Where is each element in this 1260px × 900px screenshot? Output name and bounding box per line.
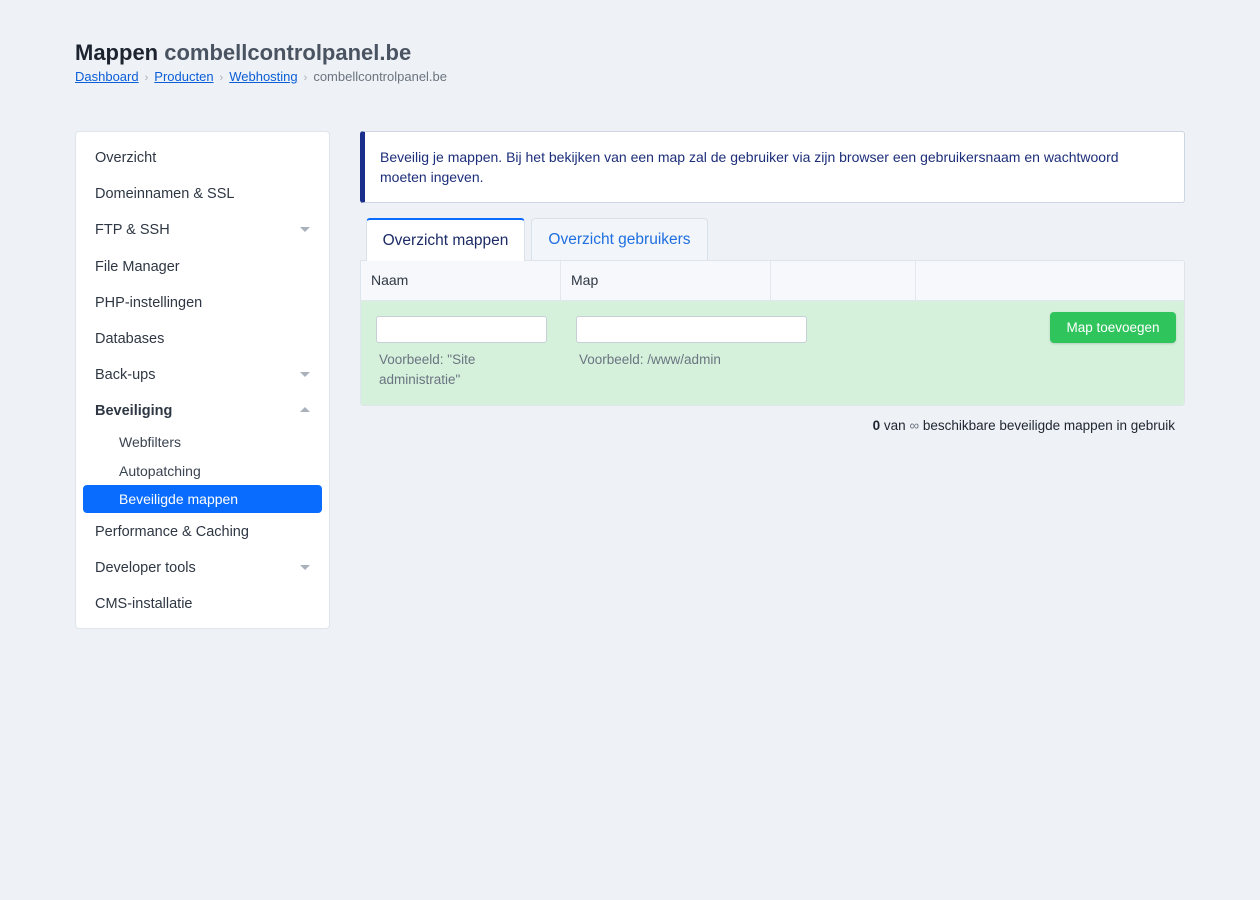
sidebar-item-developer-tools[interactable]: Developer tools <box>95 556 310 580</box>
page-title: Mappen combellcontrolpanel.be <box>75 40 447 66</box>
sidebar-item-label: Developer tools <box>95 560 196 576</box>
usage-text: beschikbare beveiligde mappen in gebruik <box>922 418 1175 433</box>
info-message: Beveilig je mappen. Bij het bekijken van… <box>360 131 1185 203</box>
infinity-icon: ∞ <box>909 418 920 433</box>
column-header-empty <box>771 261 916 301</box>
breadcrumb-webhosting[interactable]: Webhosting <box>229 69 297 84</box>
page-title-domain: combellcontrolpanel.be <box>164 40 412 65</box>
tab-overzicht-mappen[interactable]: Overzicht mappen <box>366 218 525 261</box>
chevron-down-icon[interactable] <box>300 227 310 232</box>
sidebar-item-performance[interactable]: Performance & Caching <box>95 520 310 544</box>
sidebar-item-label: Beveiliging <box>95 403 173 419</box>
breadcrumb-dashboard[interactable]: Dashboard <box>75 69 139 84</box>
page-header: Mappen combellcontrolpanel.be Dashboard ›… <box>75 40 447 86</box>
chevron-down-icon[interactable] <box>300 565 310 570</box>
sidebar-item-beveiliging[interactable]: Beveiliging <box>95 399 310 423</box>
column-header-actions <box>916 261 1184 301</box>
sidebar-item-cms[interactable]: CMS-installatie <box>95 592 310 616</box>
sidebar-item-label: FTP & SSH <box>95 222 170 238</box>
sidebar-item-overzicht[interactable]: Overzicht <box>95 146 310 170</box>
sidebar-subitem-autopatching[interactable]: Autopatching <box>119 460 310 482</box>
map-input[interactable] <box>576 316 807 343</box>
info-text: Beveilig je mappen. Bij het bekijken van… <box>380 149 1119 185</box>
breadcrumb-current: combellcontrolpanel.be <box>313 69 448 84</box>
sidebar-item-databases[interactable]: Databases <box>95 327 310 351</box>
breadcrumb-separator-icon: › <box>303 72 308 84</box>
add-folder-row: Voorbeeld: "Site administratie" Voorbeel… <box>361 301 1184 405</box>
map-hint: Voorbeeld: /www/admin <box>579 352 721 367</box>
breadcrumb-separator-icon: › <box>219 72 224 84</box>
sidebar-item-domeinnamen[interactable]: Domeinnamen & SSL <box>95 182 310 206</box>
table-header-row: Naam Map <box>361 261 1184 301</box>
add-folder-button[interactable]: Map toevoegen <box>1050 312 1176 343</box>
chevron-up-icon[interactable] <box>300 407 310 412</box>
sidebar-item-ftp-ssh[interactable]: FTP & SSH <box>95 218 310 242</box>
naam-input[interactable] <box>376 316 547 343</box>
tab-overzicht-gebruikers[interactable]: Overzicht gebruikers <box>531 218 708 260</box>
usage-summary: 0 van ∞ beschikbare beveiligde mappen in… <box>873 417 1175 435</box>
breadcrumb-separator-icon: › <box>144 72 149 84</box>
chevron-down-icon[interactable] <box>300 372 310 377</box>
sidebar-item-php[interactable]: PHP-instellingen <box>95 291 310 315</box>
sidebar-subitem-beveiligde-mappen[interactable]: Beveiligde mappen <box>83 485 322 513</box>
usage-text-van: van <box>883 418 906 433</box>
page-title-strong: Mappen <box>75 40 159 65</box>
sidebar-item-label: Back-ups <box>95 367 156 383</box>
sidebar-subitem-webfilters[interactable]: Webfilters <box>119 431 310 453</box>
naam-hint: Voorbeeld: "Site administratie" <box>379 352 476 387</box>
column-header-naam: Naam <box>361 261 561 301</box>
column-header-map: Map <box>561 261 771 301</box>
sidebar: Overzicht Domeinnamen & SSL FTP & SSH Fi… <box>75 131 330 629</box>
breadcrumb-producten[interactable]: Producten <box>154 69 213 84</box>
folders-table: Naam Map Voorbeeld: "Site administratie"… <box>360 260 1185 406</box>
breadcrumb: Dashboard › Producten › Webhosting › combellco… <box>75 69 447 86</box>
sidebar-item-back-ups[interactable]: Back-ups <box>95 363 310 387</box>
sidebar-item-file-manager[interactable]: File Manager <box>95 255 310 279</box>
usage-count: 0 <box>872 418 881 433</box>
